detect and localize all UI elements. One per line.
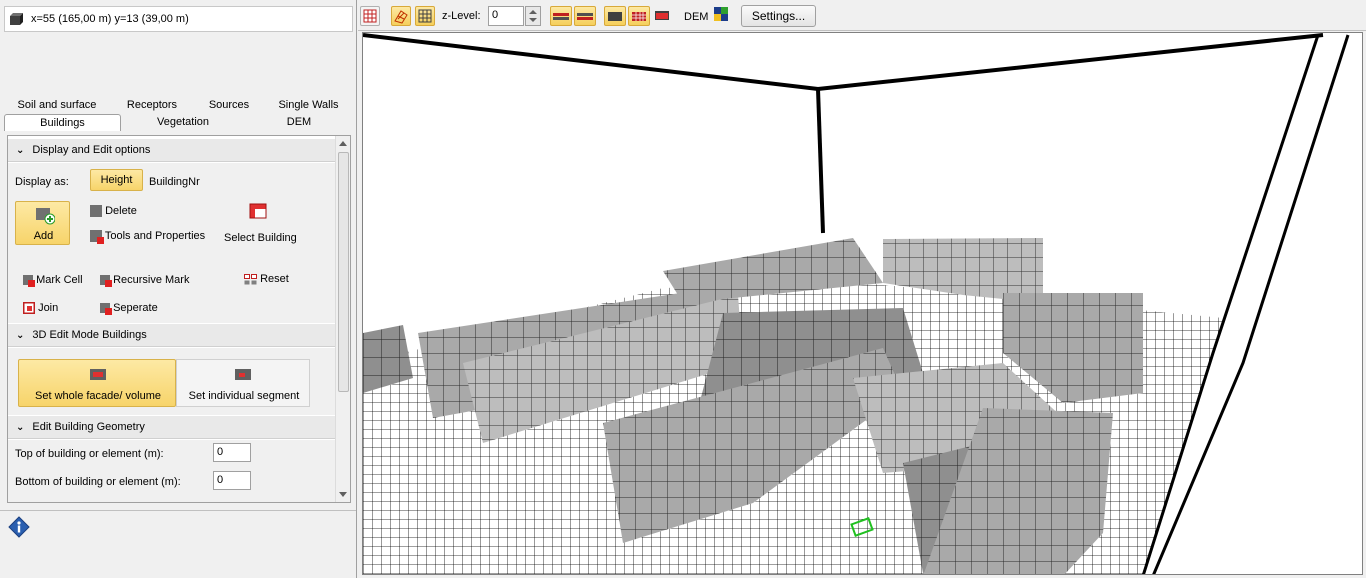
coordinate-text: x=55 (165,00 m) y=13 (39,00 m) (31, 13, 189, 25)
tools-label: Tools and Properties (104, 230, 206, 242)
display-edit-body: Display as: Height BuildingNr Add Delete… (8, 163, 336, 323)
left-panel: x=55 (165,00 m) y=13 (39,00 m) Soil and … (0, 0, 357, 578)
collapse-chevron-icon: ⌄ (16, 144, 25, 156)
tab-row-2: Buildings Vegetation DEM (4, 114, 353, 131)
tools-properties-button[interactable]: Tools and Properties (90, 230, 206, 245)
segment-icon (235, 368, 251, 383)
buildingnr-button[interactable]: BuildingNr (149, 176, 200, 188)
zlevel-label: z-Level: (442, 10, 481, 22)
tools-icon (90, 230, 104, 245)
top-toolbar: z-Level: 0 DEM Settings... (358, 0, 1366, 31)
settings-button[interactable]: Settings... (741, 5, 816, 27)
recursive-mark-button[interactable]: Recursive Mark (100, 274, 190, 288)
facade-volume-icon (90, 368, 106, 383)
reset-button[interactable]: Reset (244, 273, 289, 285)
scroll-thumb[interactable] (338, 152, 349, 392)
top-of-building-label: Top of building or element (m): (15, 448, 164, 460)
reset-icon (244, 273, 257, 285)
scroll-up-icon[interactable] (339, 141, 347, 146)
edit-3d-header[interactable]: ⌄ 3D Edit Mode Buildings (8, 323, 336, 347)
seperate-icon (100, 303, 112, 316)
buildings-panel: ⌄ Display and Edit options Display as: H… (7, 135, 351, 503)
set-whole-facade-button[interactable]: Set whole facade/ volume (18, 359, 176, 407)
seperate-button[interactable]: Seperate (100, 302, 158, 316)
join-button[interactable]: Join (22, 301, 59, 315)
tab-buildings[interactable]: Buildings (4, 114, 121, 131)
coordinate-readout: x=55 (165,00 m) y=13 (39,00 m) (4, 6, 353, 32)
building-view-icon[interactable] (604, 6, 626, 26)
edit-3d-body: Set whole facade/ volume Set individual … (8, 348, 336, 415)
box-vertical-edge (816, 88, 825, 234)
display-as-label: Display as: (15, 176, 69, 188)
box-right-edge-b (1152, 34, 1350, 574)
grid-view-icon[interactable] (415, 6, 435, 26)
collapse-chevron-icon: ⌄ (16, 329, 25, 341)
join-label: Join (38, 302, 59, 314)
dem-label: DEM (684, 11, 709, 23)
perspective-grid-icon[interactable] (391, 6, 411, 26)
3d-viewport[interactable] (362, 32, 1363, 575)
seperate-label: Seperate (113, 302, 158, 314)
recursive-mark-label: Recursive Mark (113, 274, 190, 286)
top-of-building-input[interactable]: 0 (213, 443, 251, 462)
select-building-icon[interactable] (249, 203, 267, 222)
3d-scene[interactable] (363, 33, 1363, 575)
bottom-of-building-input[interactable]: 0 (213, 471, 251, 490)
geometry-body: Top of building or element (m): 0 Bottom… (8, 440, 336, 502)
delete-button[interactable]: Delete (90, 205, 137, 218)
grid-building-icon[interactable] (628, 6, 650, 26)
tab-row-1: Soil and surface Receptors Sources Singl… (4, 97, 353, 113)
geometry-header[interactable]: ⌄ Edit Building Geometry (8, 415, 336, 439)
panel-scrollbar[interactable] (335, 136, 350, 502)
info-icon[interactable] (8, 516, 30, 538)
add-building-icon (35, 207, 56, 228)
layer-up-icon[interactable] (550, 6, 572, 26)
height-button[interactable]: Height (90, 169, 143, 191)
building-red-icon[interactable] (652, 6, 674, 26)
zlevel-spinner[interactable] (525, 6, 541, 26)
box-right-edge-a (1142, 34, 1320, 574)
divider (0, 510, 356, 511)
building-icon (9, 13, 23, 25)
tab-dem[interactable]: DEM (245, 114, 353, 131)
recursive-mark-icon (100, 275, 112, 288)
tab-vegetation[interactable]: Vegetation (121, 114, 245, 131)
tab-soil-and-surface[interactable]: Soil and surface (4, 97, 110, 113)
set-whole-label: Set whole facade/ volume (35, 390, 161, 402)
collapse-chevron-icon: ⌄ (16, 421, 25, 433)
set-segment-button[interactable]: Set individual segment (176, 359, 310, 407)
reset-label: Reset (260, 273, 289, 285)
tab-single-walls[interactable]: Single Walls (264, 97, 353, 113)
layer-down-icon[interactable] (574, 6, 596, 26)
geometry-title: Edit Building Geometry (32, 421, 145, 433)
dem-icon[interactable] (713, 6, 731, 26)
tab-sources[interactable]: Sources (194, 97, 264, 113)
display-edit-title: Display and Edit options (32, 144, 151, 156)
display-edit-header[interactable]: ⌄ Display and Edit options (8, 138, 336, 162)
grid-red-icon[interactable] (360, 6, 380, 26)
tab-receptors[interactable]: Receptors (110, 97, 194, 113)
bottom-of-building-label: Bottom of building or element (m): (15, 476, 181, 488)
mark-cell-label: Mark Cell (36, 274, 83, 286)
delete-label: Delete (105, 205, 137, 217)
add-button[interactable]: Add (15, 201, 70, 245)
delete-building-icon (90, 205, 102, 218)
join-icon (22, 301, 36, 315)
select-building-button[interactable]: Select Building (224, 232, 297, 244)
set-segment-label: Set individual segment (188, 390, 300, 402)
add-label: Add (33, 230, 54, 242)
mark-cell-button[interactable]: Mark Cell (23, 274, 83, 288)
scroll-down-icon[interactable] (339, 492, 347, 497)
box-top-edge (363, 33, 1324, 92)
zlevel-input[interactable]: 0 (488, 6, 524, 26)
mark-cell-icon (23, 275, 35, 288)
edit-3d-title: 3D Edit Mode Buildings (32, 329, 147, 341)
